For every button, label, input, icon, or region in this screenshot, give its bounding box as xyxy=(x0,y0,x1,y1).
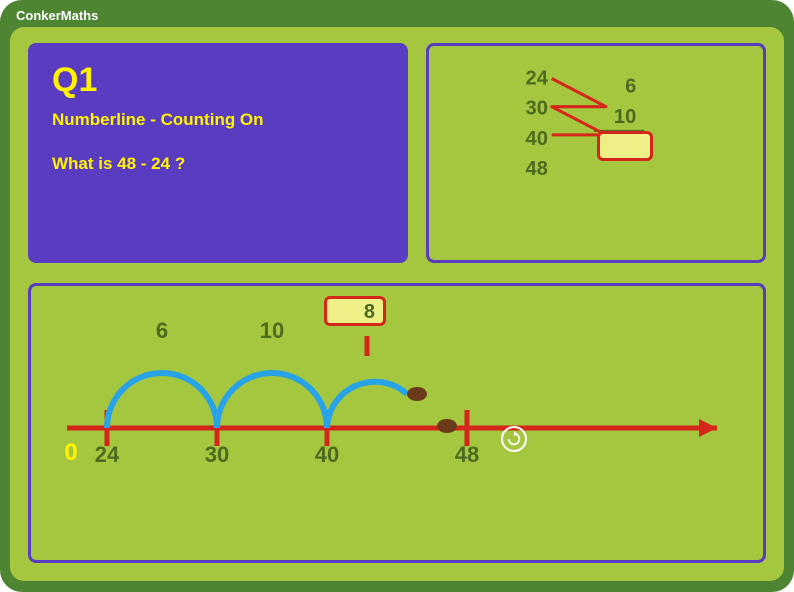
question-number: Q1 xyxy=(52,61,384,100)
jump-label-2: 10 xyxy=(260,318,284,343)
jump-input[interactable]: 8 xyxy=(324,296,386,326)
conker-icon-1 xyxy=(407,387,427,401)
top-row: Q1 Numberline - Counting On What is 48 -… xyxy=(28,43,766,263)
question-panel: Q1 Numberline - Counting On What is 48 -… xyxy=(28,43,408,263)
work-left-0: 24 xyxy=(526,68,549,90)
working-answer-input[interactable] xyxy=(597,131,653,161)
tick-label-40: 40 xyxy=(315,442,339,467)
redo-button[interactable] xyxy=(501,426,527,452)
brand-label: ConkerMaths xyxy=(16,8,784,23)
tick-label-48: 48 xyxy=(455,442,479,467)
jump-arc-3-partial xyxy=(327,382,407,428)
axis-arrow-icon xyxy=(699,419,717,437)
jump-arc-2 xyxy=(217,373,327,428)
work-right-1: 10 xyxy=(614,106,636,128)
redo-icon xyxy=(506,431,522,447)
tick-label-30: 30 xyxy=(205,442,229,467)
jump-label-1: 6 xyxy=(156,318,168,343)
work-left-1: 30 xyxy=(526,98,548,120)
numberline-svg[interactable]: 0 24 30 40 48 6 10 xyxy=(43,298,751,548)
jump-arc-1 xyxy=(107,373,217,428)
tick-label-24: 24 xyxy=(95,442,120,467)
zero-label: 0 xyxy=(64,439,77,466)
question-title: Numberline - Counting On xyxy=(52,110,384,130)
app-surface: Q1 Numberline - Counting On What is 48 -… xyxy=(10,27,784,581)
working-panel: 24 30 40 48 6 10 xyxy=(426,43,766,263)
zigzag-lines-icon xyxy=(552,79,606,135)
work-right-0: 6 xyxy=(625,76,636,98)
app-frame: ConkerMaths Q1 Numberline - Counting On … xyxy=(0,0,794,592)
numberline-panel: 8 0 xyxy=(28,283,766,563)
question-text: What is 48 - 24 ? xyxy=(52,154,384,174)
work-left-2: 40 xyxy=(526,128,548,150)
conker-icon-2 xyxy=(437,419,457,433)
work-left-3: 48 xyxy=(526,158,548,180)
working-diagram: 24 30 40 48 6 10 xyxy=(445,56,747,250)
